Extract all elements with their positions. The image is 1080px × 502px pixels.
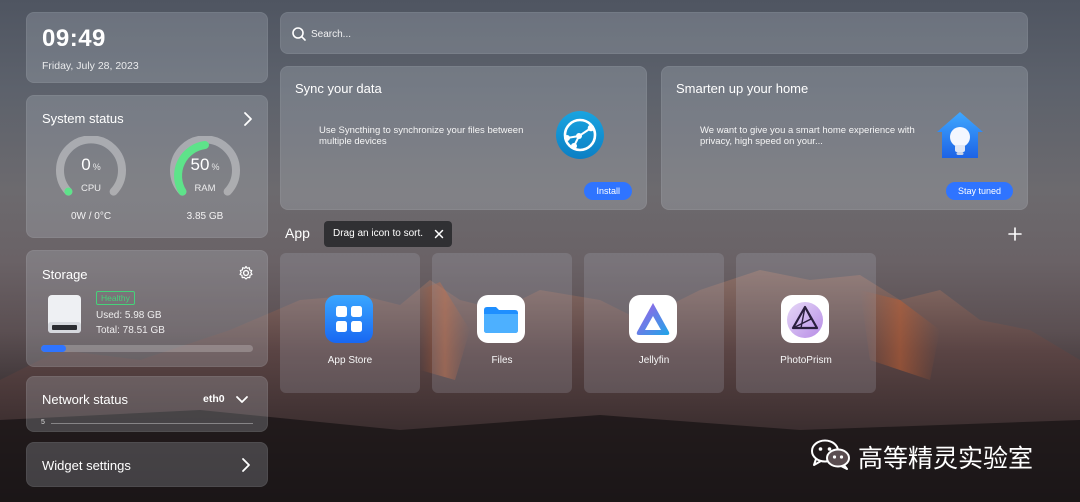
app-name: PhotoPrism	[780, 355, 832, 366]
sync-card-description: Use Syncthing to synchronize your files …	[319, 125, 524, 147]
storage-title: Storage	[42, 267, 88, 282]
cpu-label: CPU	[80, 183, 102, 194]
search-icon	[292, 27, 306, 41]
system-status-widget: System status 0% CPU 0W / 0°C 50% RAM 3.…	[26, 95, 268, 238]
network-status-widget: Network status eth0 5	[26, 376, 268, 432]
cpu-value: 0%	[81, 155, 101, 174]
network-interface-select[interactable]: eth0	[203, 393, 225, 405]
add-app-icon[interactable]	[1007, 226, 1023, 242]
storage-usage-bar	[41, 345, 253, 352]
ram-detail: 3.85 GB	[186, 211, 224, 222]
sync-data-card: Sync your data Use Syncthing to synchron…	[280, 66, 647, 210]
ram-label: RAM	[194, 183, 216, 194]
chevron-right-icon	[242, 458, 250, 472]
storage-total: Total: 78.51 GB	[96, 325, 165, 336]
watermark-text: 高等精灵实验室	[858, 444, 1034, 473]
health-badge: Healthy	[96, 291, 135, 305]
disk-drive-icon	[48, 295, 81, 333]
app-tile-jellyfin[interactable]: Jellyfin	[584, 253, 724, 393]
jellyfin-icon	[629, 295, 677, 343]
search-input[interactable]	[311, 25, 911, 43]
smart-home-card-description: We want to give you a smart home experie…	[700, 125, 915, 147]
storage-widget: Storage Healthy Used: 5.98 GB Total: 78.…	[26, 250, 268, 367]
widget-settings-label: Widget settings	[42, 458, 131, 473]
network-status-title: Network status	[42, 392, 128, 407]
smart-home-card: Smarten up your home We want to give you…	[661, 66, 1028, 210]
app-store-icon	[325, 295, 373, 343]
photoprism-icon	[781, 295, 829, 343]
cpu-detail: 0W / 0°C	[70, 211, 112, 222]
app-name: Files	[491, 355, 513, 366]
ram-value: 50%	[190, 155, 220, 174]
wechat-watermark: 高等精灵实验室	[810, 438, 1033, 473]
clock-time: 09:49	[42, 25, 106, 52]
wechat-icon	[811, 439, 850, 470]
stay-tuned-button[interactable]: Stay tuned	[945, 182, 1013, 200]
search-bar[interactable]	[280, 12, 1028, 54]
app-tile-app-store[interactable]: App Store	[280, 253, 420, 393]
chevron-down-icon[interactable]	[234, 391, 250, 407]
install-button[interactable]: Install	[584, 182, 632, 200]
app-name: Jellyfin	[638, 355, 670, 366]
cpu-gauge: 0% CPU	[53, 135, 129, 206]
ram-gauge: 50% RAM	[167, 135, 243, 206]
network-axis-label: 5	[41, 419, 45, 426]
syncthing-icon	[556, 111, 604, 159]
clock-widget: 09:49 Friday, July 28, 2023	[26, 12, 268, 83]
network-graph-baseline	[51, 423, 253, 424]
app-name: App Store	[327, 355, 373, 366]
app-section-title: App	[285, 225, 310, 241]
tooltip-text: Drag an icon to sort.	[333, 228, 424, 239]
app-tile-files[interactable]: Files	[432, 253, 572, 393]
smart-home-bulb-icon	[937, 112, 983, 158]
drag-sort-tooltip: Drag an icon to sort.	[324, 221, 452, 247]
smart-home-card-title: Smarten up your home	[676, 81, 809, 96]
app-tile-photoprism[interactable]: PhotoPrism	[736, 253, 876, 393]
gear-icon[interactable]	[238, 265, 254, 281]
clock-date: Friday, July 28, 2023	[42, 60, 139, 72]
system-status-title: System status	[42, 111, 124, 126]
close-icon[interactable]	[432, 227, 446, 241]
chevron-right-icon[interactable]	[240, 111, 256, 127]
files-folder-icon	[477, 295, 525, 343]
storage-usage-fill	[41, 345, 67, 352]
widget-settings-button[interactable]: Widget settings	[26, 442, 268, 487]
sync-card-title: Sync your data	[295, 81, 382, 96]
storage-used: Used: 5.98 GB	[96, 310, 162, 321]
